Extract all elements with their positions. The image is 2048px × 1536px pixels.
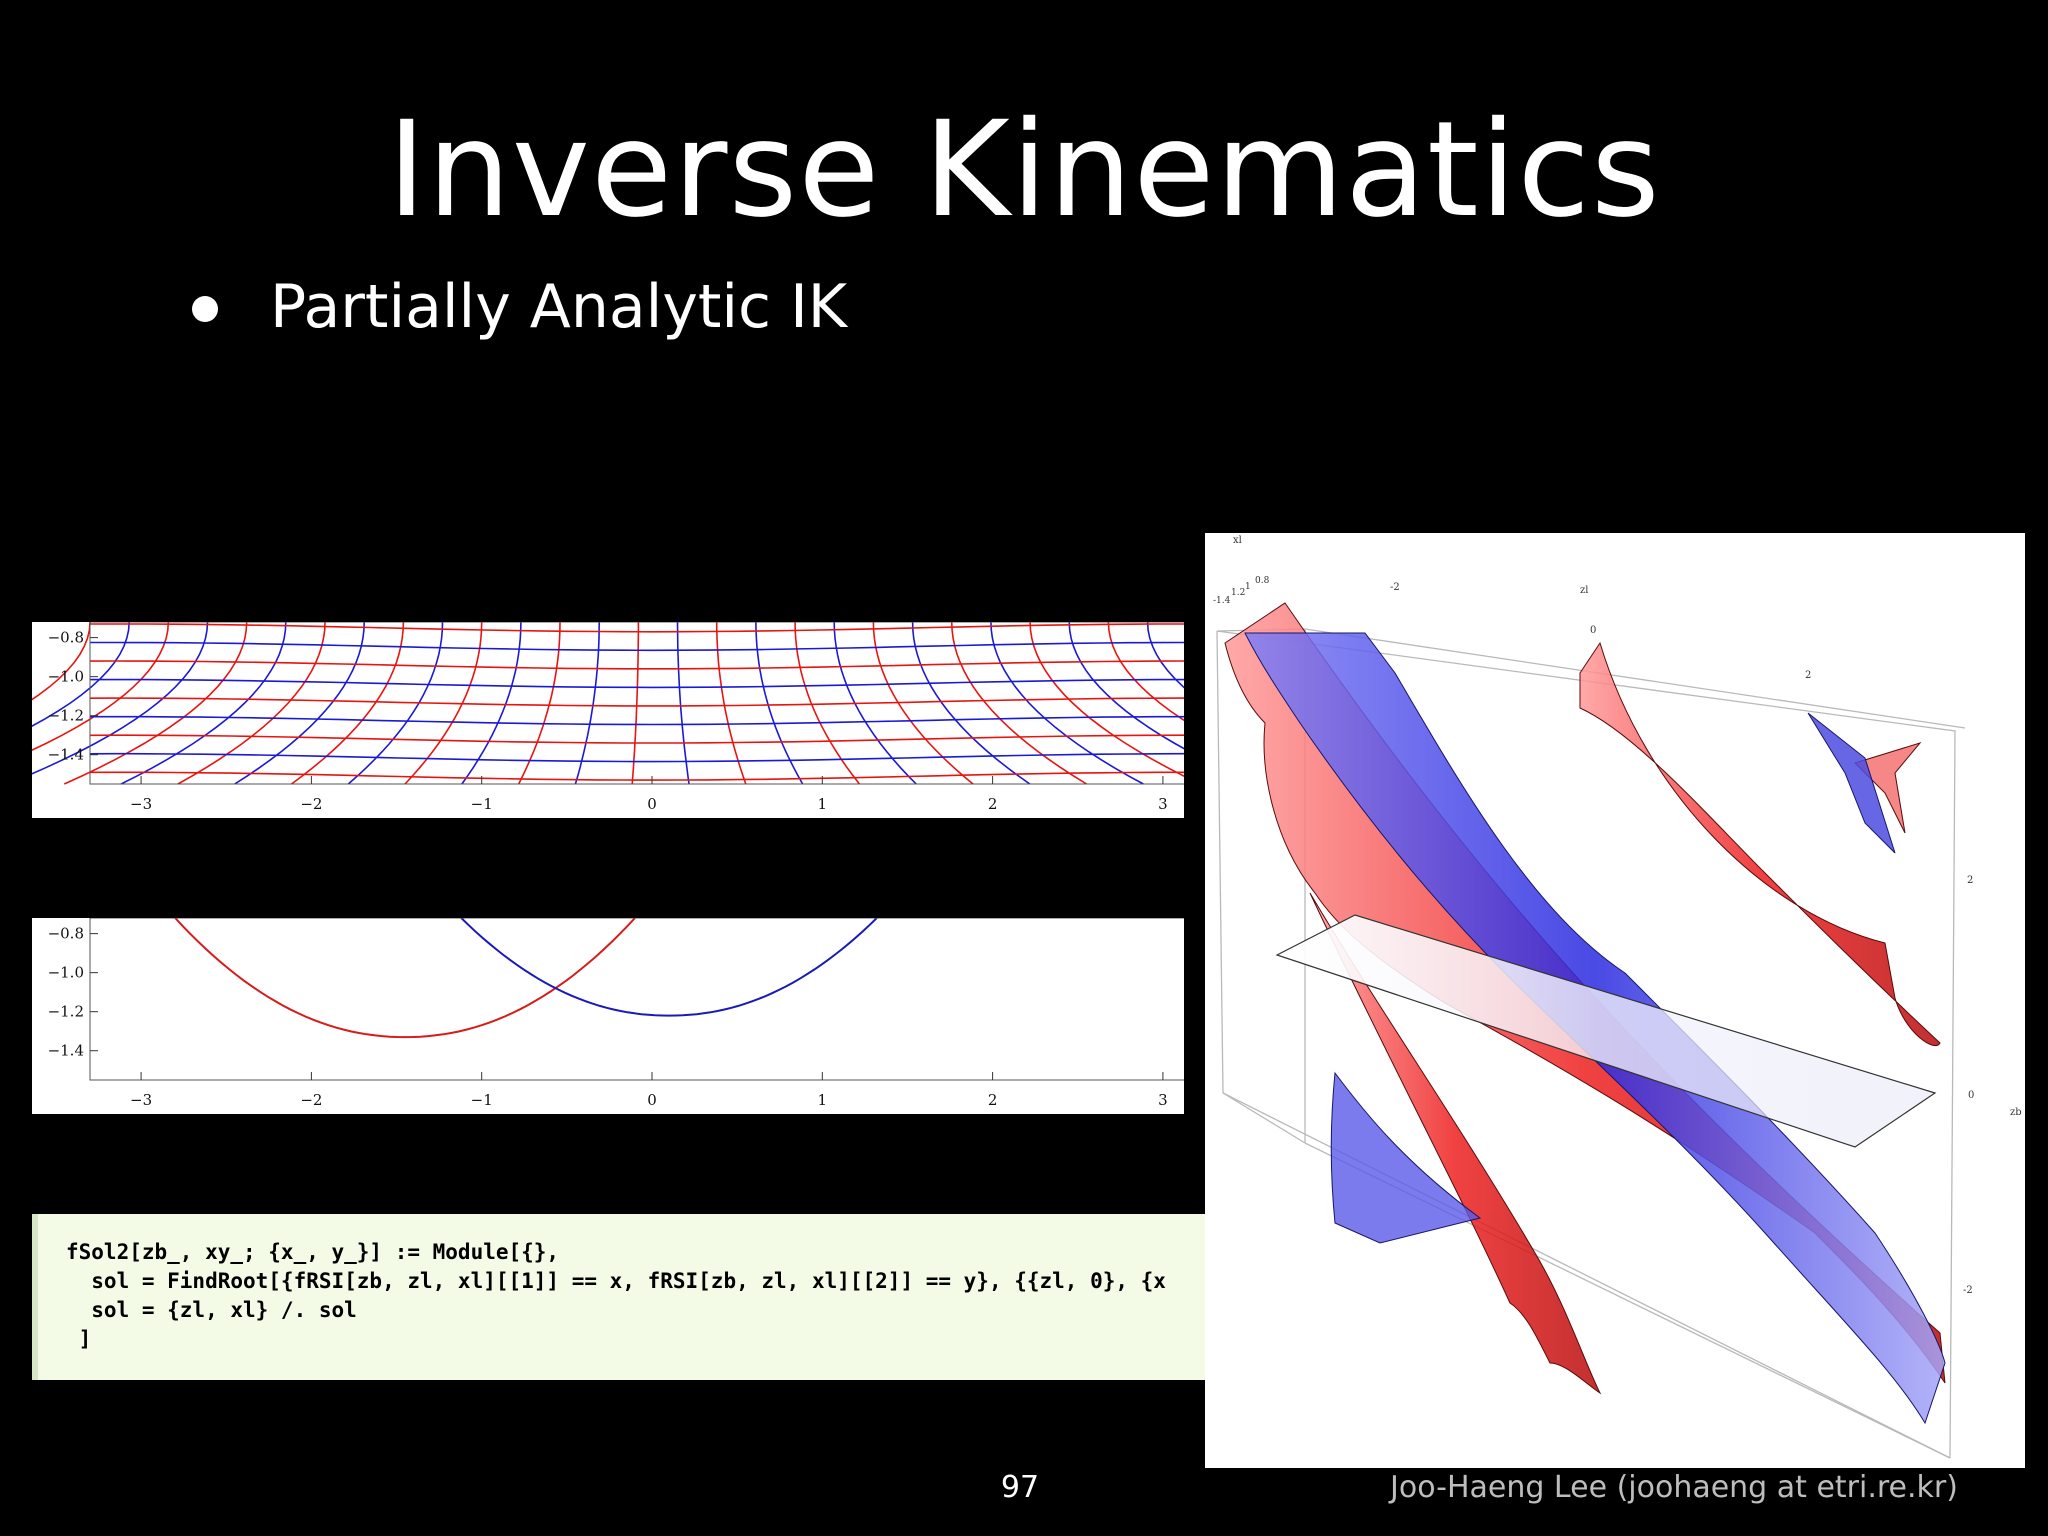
- x-tick-label: 2: [988, 795, 998, 813]
- y-tick-label: −1.4: [48, 746, 84, 764]
- contour-line: [950, 621, 1088, 785]
- x-axis-ticks: −3 −2 −1 0 1 2 3: [130, 1072, 1168, 1109]
- curve-plot-svg: −0.8 −1.0 −1.2 −1.4 −3 −2 −1 0 1 2 3: [48, 917, 1215, 1109]
- y-tick-label: −0.8: [48, 925, 84, 943]
- bullet-dot-icon: [192, 296, 218, 322]
- contour-curves: [0, 621, 1485, 785]
- x-tick-label: 0: [647, 1091, 657, 1109]
- corner-tick: 1: [1245, 582, 1251, 592]
- axis-label-left: xl: [1233, 535, 1242, 546]
- right-tick: -2: [1963, 1285, 1973, 1296]
- page-number: 97: [1000, 1470, 1040, 1505]
- axis-label-right: zb: [2010, 1107, 2022, 1118]
- right-tick: 2: [1967, 875, 1973, 886]
- x-tick-label: 1: [818, 795, 828, 813]
- top-tick: -2: [1390, 582, 1400, 593]
- top-tick: 2: [1805, 670, 1811, 681]
- x-axis-ticks: −3 −2 −1 0 1 2 3: [130, 776, 1168, 813]
- y-tick-label: −1.0: [48, 668, 84, 686]
- contour-line: [1107, 621, 1315, 785]
- y-tick-label: −0.8: [48, 629, 84, 647]
- red-curve: [174, 917, 636, 1039]
- curve-plot: −0.8 −1.0 −1.2 −1.4 −3 −2 −1 0 1 2 3: [32, 917, 1215, 1114]
- x-tick-label: −3: [130, 1091, 152, 1109]
- contour-line: [89, 734, 1215, 744]
- x-tick-label: −1: [471, 795, 493, 813]
- contour-line: [89, 752, 1215, 763]
- surface-plot-3d: xl zl zb -2 0 2 -1.4 1.2 1 0.8 2 0 -2: [1205, 533, 2025, 1468]
- contour-plot-svg: −0.8 −1.0 −1.2 −1.4 −3 −2 −1 0 1 2 3: [0, 621, 1485, 813]
- x-tick-label: −2: [300, 795, 322, 813]
- y-tick-label: −1.4: [48, 1042, 84, 1060]
- code-line: sol = FindRoot[{fRSI[zb, zl, xl][[1]] ==…: [66, 1269, 1166, 1293]
- corner-tick: 0.8: [1255, 576, 1270, 586]
- contour-plot: −0.8 −1.0 −1.2 −1.4 −3 −2 −1 0 1 2 3: [0, 621, 1485, 818]
- slide-title: Inverse Kinematics: [387, 93, 1661, 247]
- contour-line: [676, 621, 690, 785]
- surface-plot-svg: xl zl zb -2 0 2 -1.4 1.2 1 0.8 2 0 -2: [1213, 535, 2022, 1459]
- bullet-text: Partially Analytic IK: [270, 272, 848, 342]
- corner-tick: -1.4: [1213, 596, 1231, 606]
- x-tick-label: 0: [647, 795, 657, 813]
- contour-line: [574, 621, 600, 785]
- y-tick-label: −1.2: [48, 707, 84, 725]
- contour-line: [631, 622, 640, 785]
- y-tick-label: −1.0: [48, 964, 84, 982]
- code-line: ]: [66, 1327, 92, 1351]
- top-tick: 0: [1590, 625, 1596, 636]
- contour-line: [90, 623, 1214, 633]
- right-tick: 0: [1968, 1090, 1974, 1101]
- contour-line: [715, 621, 747, 785]
- x-tick-label: 1: [818, 1091, 828, 1109]
- x-tick-label: −1: [471, 1091, 493, 1109]
- horizontal-plane: [1275, 914, 1937, 1148]
- x-tick-label: −3: [130, 795, 152, 813]
- x-tick-label: 2: [988, 1091, 998, 1109]
- y-tick-label: −1.2: [48, 1003, 84, 1021]
- x-tick-label: −2: [300, 1091, 322, 1109]
- contour-line: [89, 660, 1215, 670]
- code-panel: fSol2[zb_, xy_; {x_, y_}] := Module[{}, …: [32, 1214, 1207, 1380]
- plot-frame: [89, 917, 1215, 1081]
- credit-text: Joo-Haeng Lee (joohaeng at etri.re.kr): [1390, 1470, 1958, 1505]
- contour-line: [1068, 621, 1258, 785]
- contour-line: [990, 621, 1144, 785]
- axis-label-top: zl: [1580, 585, 1588, 596]
- corner-tick: 1.2: [1231, 588, 1245, 598]
- code-line: fSol2[zb_, xy_; {x_, y_}] := Module[{},: [66, 1240, 560, 1264]
- x-tick-label: 3: [1158, 795, 1168, 813]
- blue-curve: [460, 917, 878, 1017]
- x-tick-label: 3: [1158, 1091, 1168, 1109]
- code-line: sol = {zl, xl} /. sol: [66, 1298, 357, 1322]
- contour-line: [90, 641, 1214, 652]
